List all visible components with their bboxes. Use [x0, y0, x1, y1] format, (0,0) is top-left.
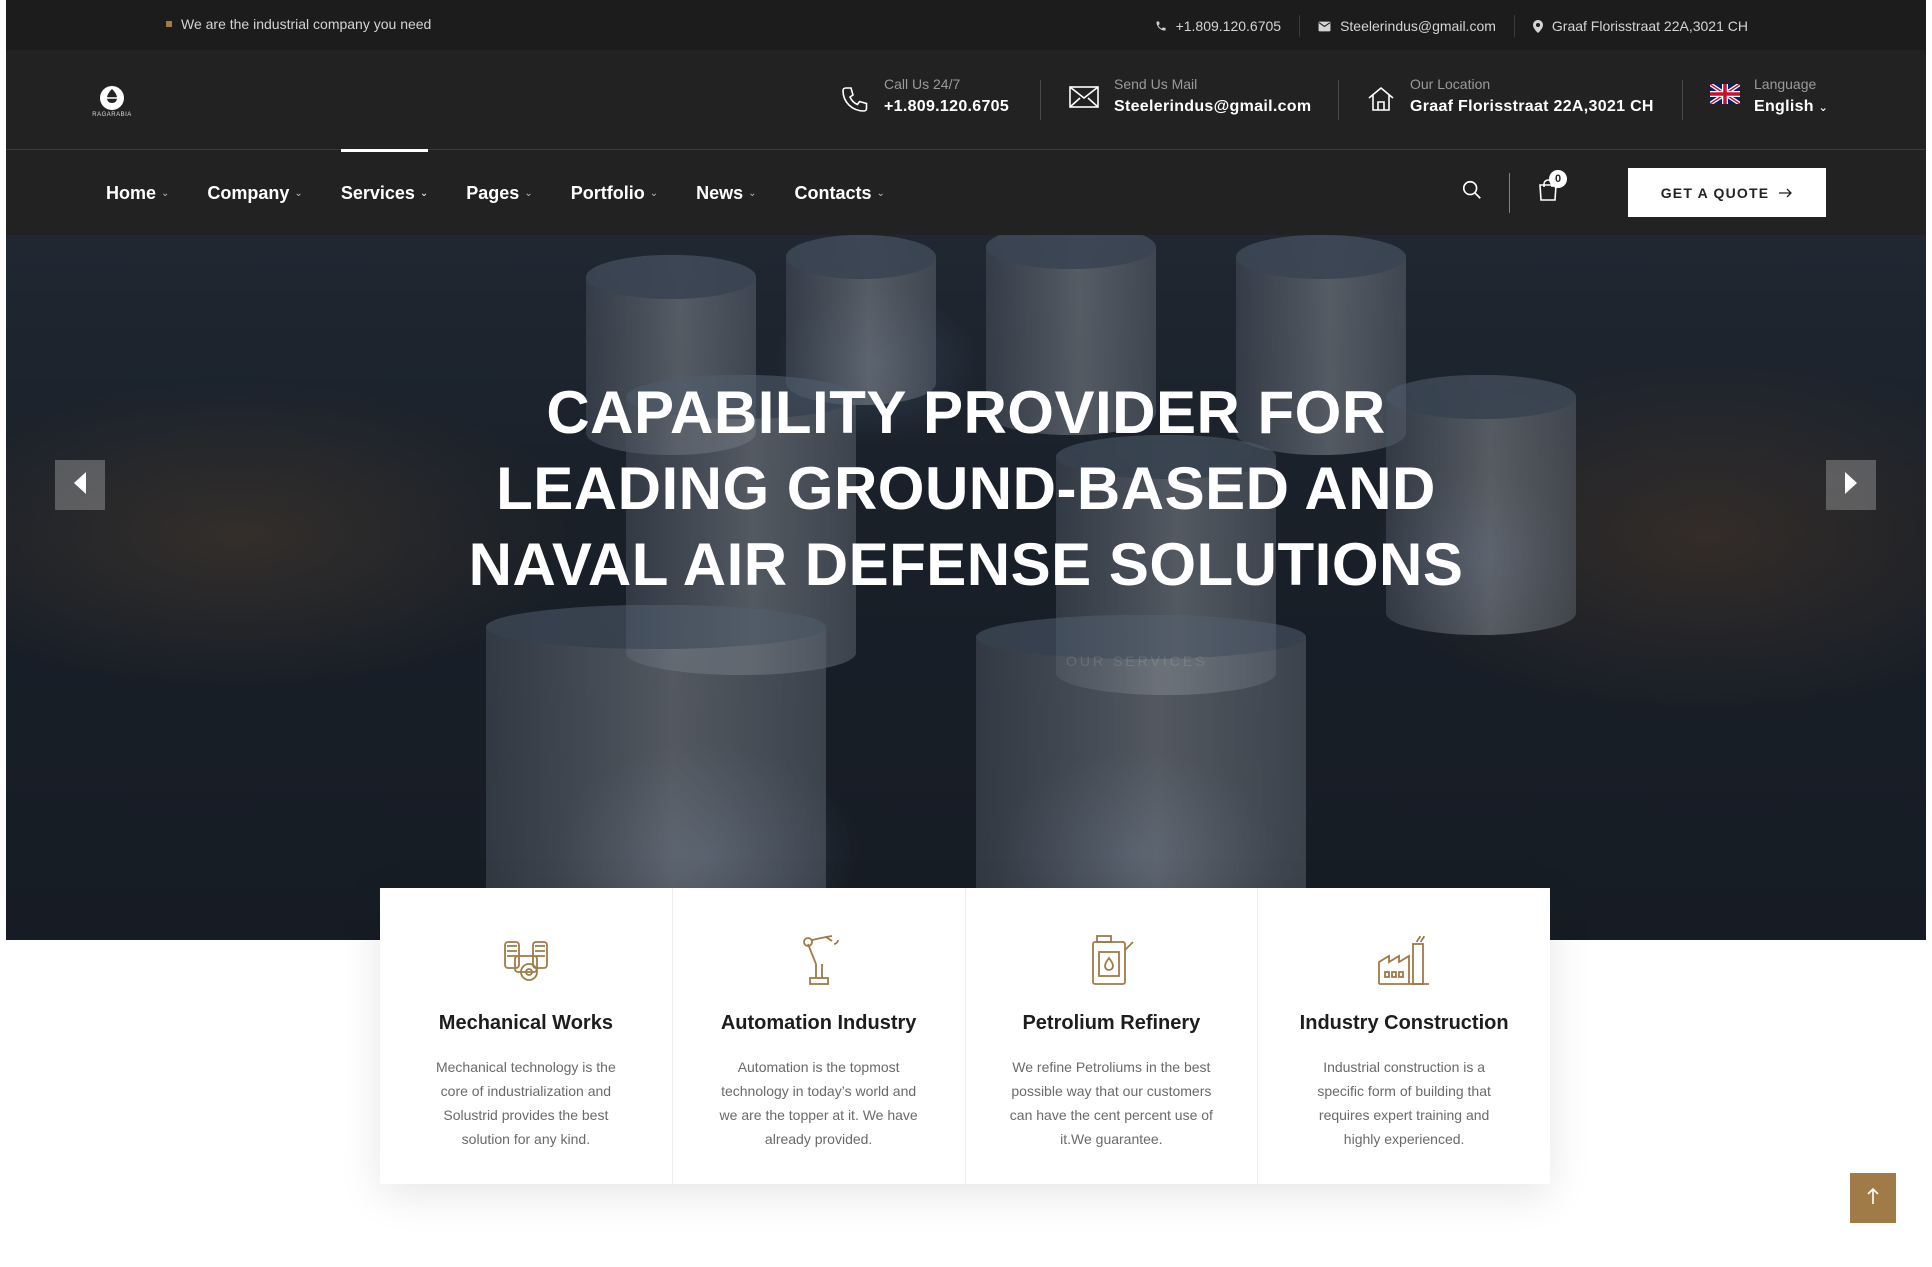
- oil-canister-icon: [966, 934, 1258, 990]
- main-nav: Home ⌄ Company ⌄ Services ⌄ Pages ⌄ Portfoli…: [6, 149, 1926, 235]
- page-frame: We are the industrial company you need +…: [6, 0, 1926, 940]
- service-card-mechanical-works[interactable]: Mechanical Works Mechanical technology i…: [380, 888, 673, 1184]
- shopping-bag-icon: [1538, 179, 1558, 205]
- nav-tools: 0 GET A QUOTE: [1461, 168, 1826, 217]
- nav-item-services[interactable]: Services ⌄: [340, 149, 429, 235]
- language-selector[interactable]: Language English ⌄: [1708, 76, 1829, 116]
- slider-prev-button[interactable]: [55, 460, 105, 510]
- chevron-down-icon: ⌄: [419, 187, 429, 199]
- location-value: Graaf Florisstraat 22A,3021 CH: [1410, 98, 1654, 115]
- arrow-right-icon: [1779, 185, 1793, 201]
- chevron-down-icon: ⌄: [1818, 102, 1829, 114]
- service-description: Automation is the topmost technology in …: [719, 1059, 918, 1147]
- service-description: Mechanical technology is the core of ind…: [435, 1059, 616, 1147]
- chevron-down-icon: ⌄: [294, 187, 303, 199]
- arrow-up-icon: [1867, 1187, 1879, 1210]
- service-title: Mechanical Works: [438, 1012, 613, 1034]
- caret-right-icon: [1843, 470, 1859, 501]
- mail-value: Steelerindus@gmail.com: [1114, 98, 1312, 115]
- cart-count-badge: 0: [1549, 170, 1567, 188]
- divider: [1040, 80, 1041, 120]
- search-icon[interactable]: [1461, 179, 1483, 206]
- top-contacts: +1.809.120.6705 Steelerindus@gmail.com G…: [1137, 15, 1766, 37]
- nav-item-portfolio[interactable]: Portfolio ⌄: [571, 151, 658, 235]
- header: RAGARABIA Call Us 24/7 +1.809.120.6705 S…: [6, 50, 1926, 150]
- back-to-top-button[interactable]: [1850, 1173, 1896, 1223]
- nav-menu: Home ⌄ Company ⌄ Services ⌄ Pages ⌄ Portfoli…: [106, 149, 923, 235]
- caret-left-icon: [72, 470, 88, 501]
- nav-item-news[interactable]: News ⌄: [696, 151, 756, 235]
- chevron-down-icon: ⌄: [161, 187, 170, 199]
- cart-button[interactable]: 0: [1538, 170, 1567, 206]
- chevron-down-icon: ⌄: [876, 187, 885, 199]
- map-pin-icon: [1532, 19, 1543, 33]
- mail-outline-icon: [1068, 84, 1100, 115]
- hero-slider: CAPABILITY PROVIDER FOR LEADING GROUND-B…: [6, 235, 1926, 940]
- envelope-icon: [1318, 21, 1331, 32]
- tagline: We are the industrial company you need: [166, 16, 431, 32]
- chevron-down-icon: ⌄: [649, 187, 659, 199]
- robot-arm-icon: [673, 934, 965, 990]
- divider: [1509, 172, 1510, 213]
- service-card-industry-construction[interactable]: Industry Construction Industrial constru…: [1258, 888, 1550, 1184]
- top-phone-text: +1.809.120.6705: [1175, 18, 1282, 34]
- service-description: Industrial construction is a specific fo…: [1317, 1059, 1491, 1147]
- call-value: +1.809.120.6705: [884, 98, 1010, 115]
- bullet-square-icon: [166, 21, 172, 27]
- slider-next-button[interactable]: [1826, 460, 1876, 510]
- top-address-text: Graaf Florisstraat 22A,3021 CH: [1551, 18, 1748, 34]
- divider: [1338, 80, 1339, 120]
- language-label: Language: [1754, 76, 1817, 92]
- top-phone[interactable]: +1.809.120.6705: [1137, 15, 1300, 37]
- service-title: Automation Industry: [720, 1012, 917, 1034]
- top-address[interactable]: Graaf Florisstraat 22A,3021 CH: [1513, 15, 1766, 37]
- language-value: English ⌄: [1754, 98, 1829, 115]
- chevron-down-icon: ⌄: [524, 187, 533, 199]
- service-description: We refine Petroliums in the best possibl…: [1009, 1059, 1213, 1147]
- factory-icon: [1258, 934, 1550, 990]
- services-panel: Mechanical Works Mechanical technology i…: [380, 888, 1550, 1184]
- service-card-automation-industry[interactable]: Automation Industry Automation is the to…: [673, 888, 966, 1184]
- mail-label: Send Us Mail: [1114, 76, 1198, 92]
- nav-item-home[interactable]: Home ⌄: [106, 151, 169, 235]
- call-label: Call Us 24/7: [884, 76, 961, 92]
- nav-item-company[interactable]: Company ⌄: [207, 151, 302, 235]
- divider: [1682, 80, 1683, 120]
- uk-flag-icon: [1708, 82, 1742, 109]
- logo-text: RAGARABIA: [92, 112, 132, 118]
- header-location[interactable]: Our Location Graaf Florisstraat 22A,3021…: [1366, 76, 1654, 119]
- chevron-down-icon: ⌄: [748, 187, 757, 199]
- service-title: Petrolium Refinery: [1022, 1012, 1201, 1034]
- top-email-text: Steelerindus@gmail.com: [1340, 18, 1496, 34]
- top-email[interactable]: Steelerindus@gmail.com: [1299, 15, 1514, 37]
- top-bar: We are the industrial company you need +…: [6, 0, 1926, 50]
- nav-item-contacts[interactable]: Contacts ⌄: [795, 151, 885, 235]
- service-card-petrolium-refinery[interactable]: Petrolium Refinery We refine Petroliums …: [966, 888, 1259, 1184]
- phone-icon: [1155, 20, 1167, 32]
- header-call[interactable]: Call Us 24/7 +1.809.120.6705: [838, 76, 1009, 121]
- location-label: Our Location: [1410, 76, 1491, 92]
- phone-outline-icon: [838, 84, 870, 121]
- service-title: Industry Construction: [1299, 1012, 1509, 1034]
- hero-faint-label: OUR SERVICES: [1066, 653, 1208, 669]
- home-outline-icon: [1366, 84, 1396, 119]
- tagline-text: We are the industrial company you need: [181, 16, 432, 32]
- get-a-quote-button[interactable]: GET A QUOTE: [1628, 168, 1826, 217]
- hero-title: CAPABILITY PROVIDER FOR LEADING GROUND-B…: [468, 379, 1464, 598]
- nav-item-pages[interactable]: Pages ⌄: [466, 151, 532, 235]
- header-mail[interactable]: Send Us Mail Steelerindus@gmail.com: [1068, 76, 1311, 116]
- engine-icon: [380, 934, 672, 990]
